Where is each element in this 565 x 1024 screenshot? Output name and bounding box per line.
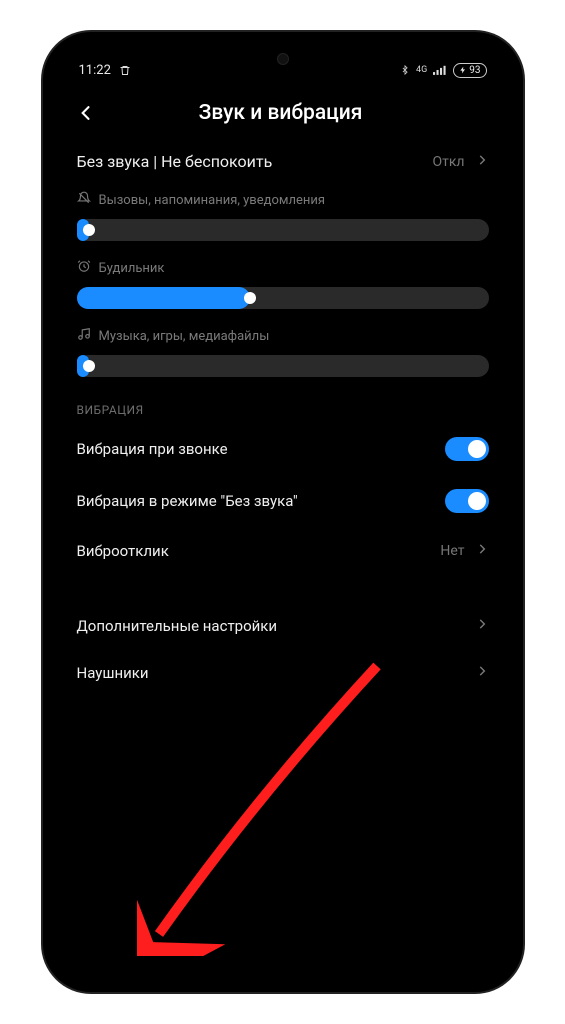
signal-icon [433,64,447,76]
vibration-silent-label: Вибрация в режиме "Без звука" [77,492,298,510]
toggle-vibration-on-call[interactable] [445,437,489,461]
row-vibration-silent[interactable]: Вибрация в режиме "Без звука" [77,475,489,527]
vibration-feedback-value: Нет [440,543,464,559]
phone-frame: 11:22 4G 93 [43,32,523,992]
annotation-arrow [137,656,397,956]
chevron-right-icon [475,616,489,635]
section-title-vibration: ВИБРАЦИЯ [77,403,489,417]
row-advanced-settings[interactable]: Дополнительные настройки [77,602,489,649]
slider-alarm-section: Будильник [77,259,489,309]
slider-thumb[interactable] [83,360,95,372]
row-vibration-on-call[interactable]: Вибрация при звонке [77,423,489,475]
chevron-right-icon [475,663,489,682]
slider-alarm-label: Будильник [99,261,165,276]
bluetooth-icon [400,63,410,77]
row-dnd[interactable]: Без звука | Не беспокоить Откл [77,138,489,185]
trash-icon [119,64,131,77]
chevron-right-icon [475,541,489,560]
music-icon [77,327,91,345]
phone-screen: 11:22 4G 93 [57,46,509,978]
chevron-right-icon [475,152,489,171]
advanced-settings-label: Дополнительные настройки [77,617,278,635]
row-vibration-feedback[interactable]: Виброотклик Нет [77,527,489,574]
slider-media-label: Музыка, игры, медиафайлы [99,329,270,344]
dnd-label: Без звука | Не беспокоить [77,152,273,171]
vibration-feedback-label: Виброотклик [77,542,169,560]
slider-ring-label: Вызовы, напоминания, уведомления [99,193,326,208]
dnd-value: Откл [432,154,464,170]
battery-percent: 93 [469,65,480,76]
slider-media[interactable] [77,355,489,377]
row-headphones[interactable]: Наушники [77,649,489,696]
network-type: 4G [416,66,427,75]
slider-ring-section: Вызовы, напоминания, уведомления [77,191,489,241]
display-notch [198,46,368,72]
slider-alarm[interactable] [77,287,489,309]
slider-thumb[interactable] [83,224,95,236]
battery-indicator: 93 [453,63,486,78]
status-time: 11:22 [79,63,111,78]
bell-off-icon [77,191,91,209]
page-header: Звук и вибрация [57,84,509,138]
page-title: Звук и вибрация [71,101,491,125]
slider-thumb[interactable] [244,292,256,304]
vibration-on-call-label: Вибрация при звонке [77,440,228,458]
slider-ring[interactable] [77,219,489,241]
headphones-label: Наушники [77,664,149,682]
toggle-vibration-silent[interactable] [445,489,489,513]
slider-media-section: Музыка, игры, медиафайлы [77,327,489,377]
alarm-icon [77,259,91,277]
